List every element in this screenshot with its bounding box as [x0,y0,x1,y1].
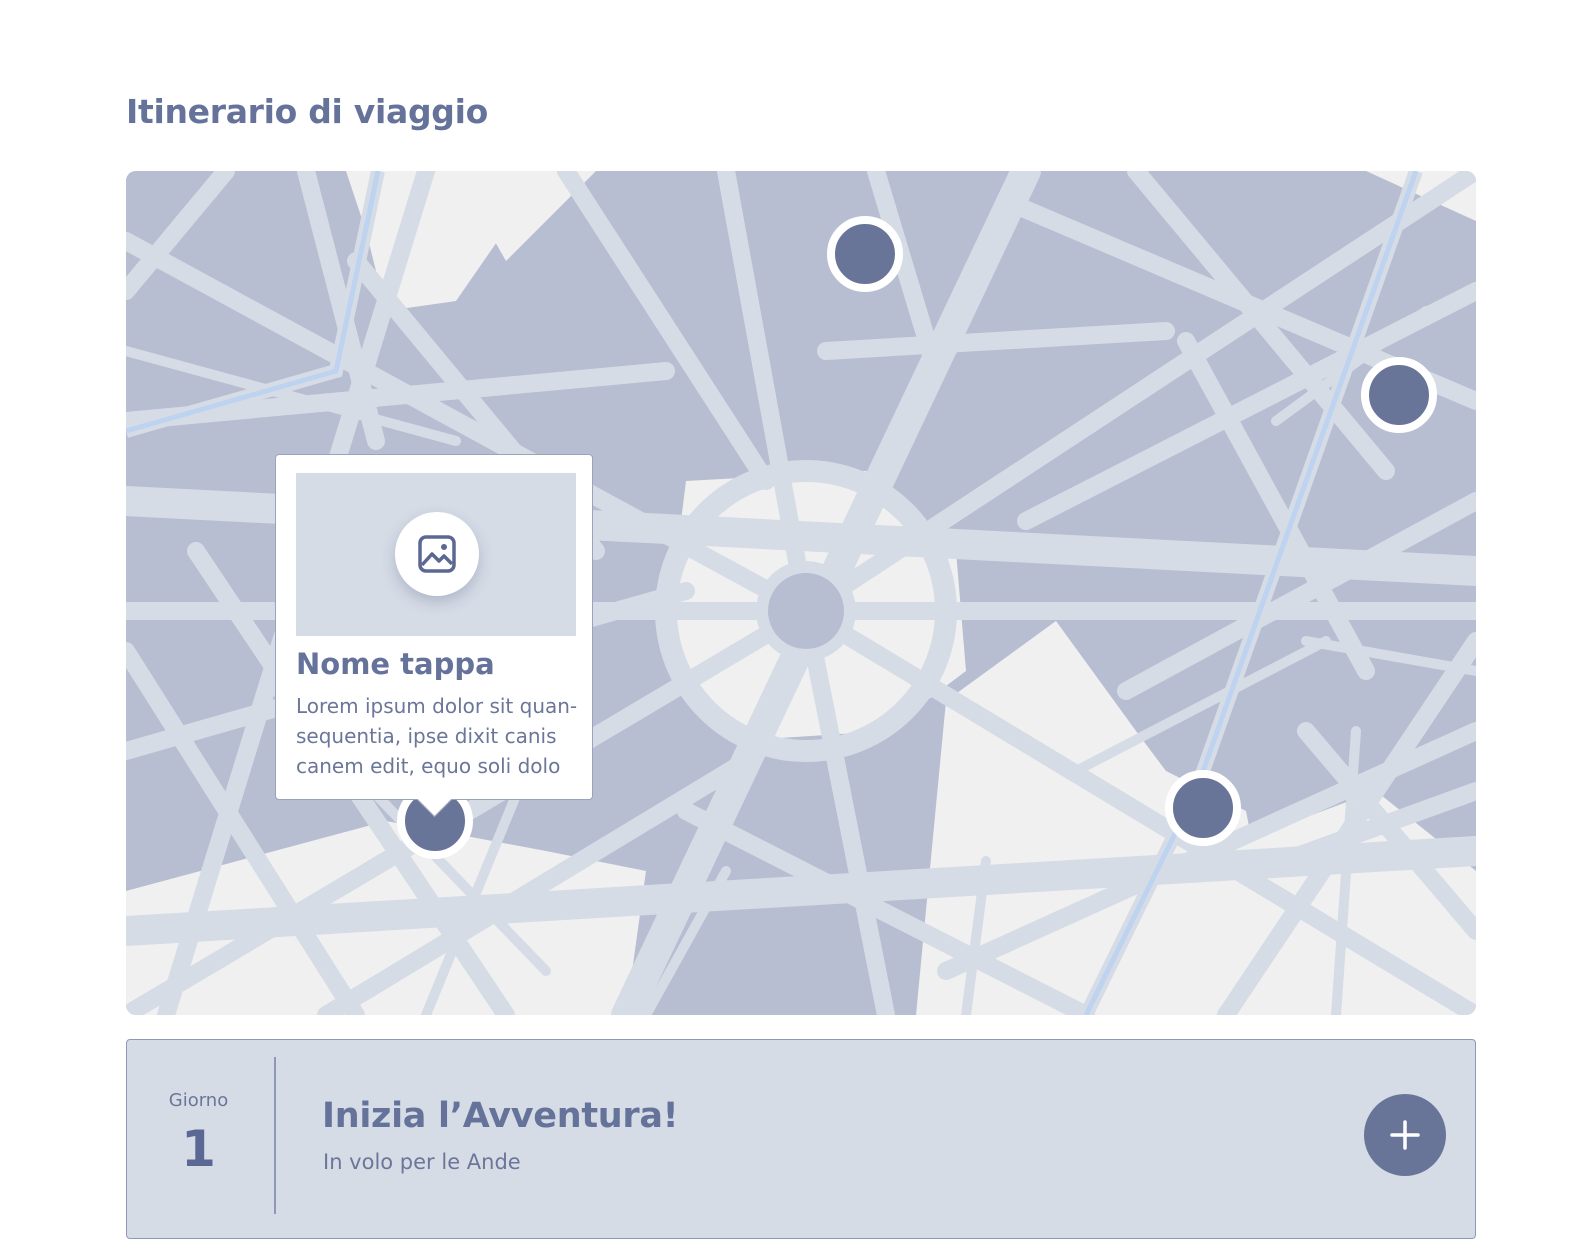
day-number: 1 [181,1120,216,1178]
day-subtitle: In volo per le Ande [323,1150,521,1174]
map-marker[interactable] [1165,770,1241,846]
image-icon [418,535,456,573]
popup-description: Lorem ipsum dolor sit quan-sequentia, ip… [296,694,578,778]
day-divider [274,1057,276,1214]
page-title: Itinerario di viaggio [126,92,488,131]
map-marker[interactable] [1361,357,1437,433]
day-label: Giorno [168,1090,229,1111]
stop-popup: Nome tappa Lorem ipsum dolor sit quan-se… [275,454,593,818]
day-card[interactable]: Giorno 1 Inizia l’Avventura! In volo per… [126,1039,1476,1239]
add-stop-button[interactable] [1364,1094,1446,1176]
popup-image-placeholder [296,473,576,636]
itinerary-map[interactable]: Nome tappa Lorem ipsum dolor sit quan-se… [126,171,1476,1015]
popup-title: Nome tappa [296,647,495,681]
plus-icon [1390,1120,1420,1150]
day-title: Inizia l’Avventura! [322,1096,679,1136]
map-marker[interactable] [827,216,903,292]
image-badge[interactable] [395,512,479,596]
